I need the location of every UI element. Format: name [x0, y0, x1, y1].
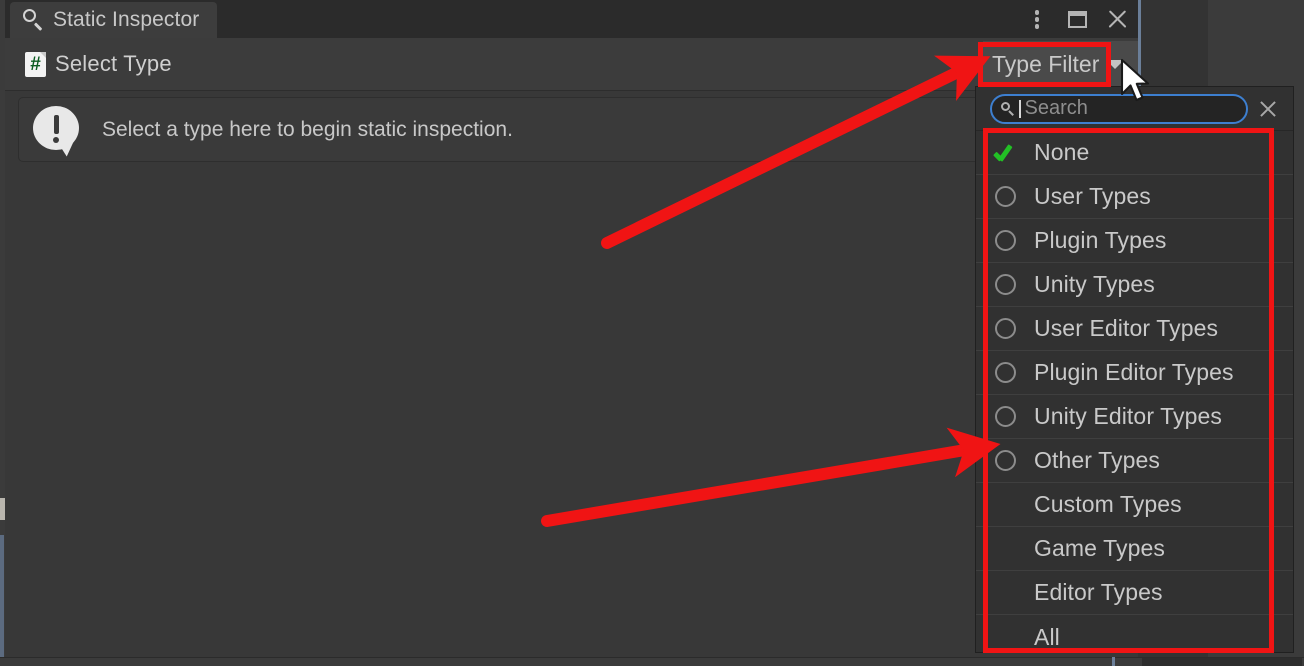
left-edge-accent [0, 535, 4, 666]
window-titlebar: Static Inspector [5, 0, 1138, 38]
maximize-icon [1067, 10, 1087, 28]
info-bubble-icon [33, 105, 81, 158]
csharp-script-icon: # [25, 51, 46, 77]
info-message-box: Select a type here to begin static inspe… [18, 97, 1125, 162]
list-item-label: Unity Editor Types [1034, 403, 1223, 429]
list-item[interactable]: User Types [976, 175, 1293, 219]
tab-label: Static Inspector [53, 8, 200, 31]
inspector-body [5, 163, 1138, 657]
type-filter-popup: Search None User Types Plugin Types Unity T… [975, 86, 1294, 653]
list-item-label: Plugin Editor Types [1034, 359, 1234, 385]
list-item[interactable]: Plugin Editor Types [976, 351, 1293, 395]
radio-icon [976, 274, 1034, 295]
list-item[interactable]: Game Types [976, 527, 1293, 571]
page-title: Select Type [55, 51, 172, 76]
type-filter-label: Type Filter [992, 50, 1100, 77]
screen: Static Inspector # Select Type Type Filt… [0, 0, 1304, 666]
popup-search-row: Search [976, 87, 1293, 131]
radio-icon [994, 186, 1016, 207]
window-controls [1024, 0, 1130, 38]
close-button[interactable] [1104, 6, 1130, 32]
bottom-bar-segment [1142, 658, 1302, 666]
list-item[interactable]: Editor Types [976, 571, 1293, 615]
radio-icon [994, 450, 1016, 471]
list-item[interactable]: Unity Editor Types [976, 395, 1293, 439]
list-item-label: Editor Types [1034, 579, 1163, 605]
radio-icon [994, 318, 1016, 339]
list-item[interactable]: Plugin Types [976, 219, 1293, 263]
radio-icon [976, 318, 1034, 339]
list-item[interactable]: None [976, 131, 1293, 175]
list-item-label: Plugin Types [1034, 227, 1167, 253]
check-icon [976, 141, 1034, 165]
search-input[interactable]: Search [990, 93, 1248, 124]
radio-icon [976, 230, 1034, 251]
maximize-button[interactable] [1064, 6, 1090, 32]
list-item[interactable]: Other Types [976, 439, 1293, 483]
search-placeholder: Search [1024, 97, 1088, 119]
list-item-label: Game Types [1034, 535, 1165, 561]
list-item[interactable]: All [976, 615, 1293, 652]
list-item-label: User Types [1034, 183, 1151, 209]
radio-icon [976, 186, 1034, 207]
radio-icon [976, 406, 1034, 427]
close-icon [1107, 9, 1127, 29]
list-item-label: All [1034, 623, 1060, 650]
radio-icon [994, 274, 1016, 295]
bottom-bar-tick [1112, 657, 1115, 666]
chevron-down-icon [1106, 60, 1124, 69]
bottom-status-bar [0, 657, 1304, 666]
text-caret [1019, 99, 1021, 118]
list-item-label: None [1034, 139, 1090, 165]
radio-icon [994, 406, 1016, 427]
list-item[interactable]: User Editor Types [976, 307, 1293, 351]
static-inspector-window: Static Inspector # Select Type Type Filt… [5, 0, 1138, 657]
radio-icon [976, 450, 1034, 471]
left-scroll-handle[interactable] [0, 498, 5, 520]
tab-static-inspector[interactable]: Static Inspector [10, 2, 218, 38]
kebab-menu-button[interactable] [1024, 6, 1050, 32]
info-message-text: Select a type here to begin static inspe… [102, 117, 513, 141]
type-filter-dropdown-button[interactable]: Type Filter [983, 41, 1138, 87]
type-filter-list: None User Types Plugin Types Unity Types Use… [976, 131, 1293, 652]
check-icon [993, 141, 1017, 165]
radio-icon [994, 230, 1016, 251]
radio-icon [976, 362, 1034, 383]
list-item[interactable]: Custom Types [976, 483, 1293, 527]
list-item-label: User Editor Types [1034, 315, 1219, 341]
list-item-label: Other Types [1034, 447, 1160, 473]
kebab-menu-icon [1034, 8, 1040, 30]
clear-x-icon[interactable] [1259, 100, 1277, 118]
radio-icon [994, 362, 1016, 383]
search-icon [1001, 102, 1014, 115]
list-item-label: Custom Types [1034, 491, 1182, 517]
list-item[interactable]: Unity Types [976, 263, 1293, 307]
list-item-label: Unity Types [1034, 271, 1155, 297]
select-type-header: # Select Type [5, 38, 1138, 91]
magnifier-icon [22, 9, 44, 31]
